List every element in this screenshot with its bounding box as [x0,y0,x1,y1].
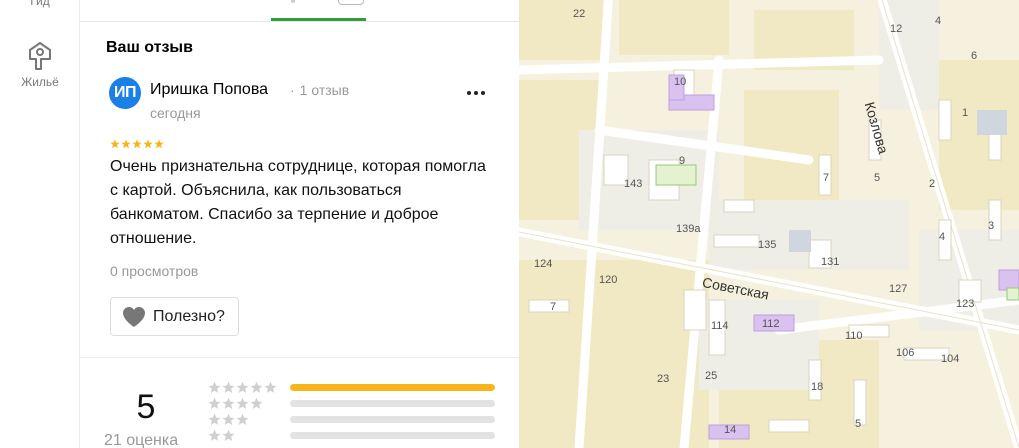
row-stars [208,429,235,442]
star-icon [208,381,221,393]
star-icon [222,429,235,441]
house-number: 4 [939,231,946,243]
rating-distribution-bar [290,400,495,407]
heart-icon [123,306,145,327]
house-number: 120 [599,274,618,286]
rail-item-housing[interactable]: Жильё [0,41,80,89]
row-stars [208,381,277,394]
star-icon [222,381,235,393]
review-text: Очень признательна сотруднице, которая п… [110,158,486,247]
tab-bar [80,0,519,22]
star-icon [236,381,249,393]
review-rating-stars [110,139,164,149]
avatar[interactable]: ИП [109,77,141,109]
house-number: 112 [762,318,780,330]
star-icon [208,429,221,441]
section-title: Ваш отзыв [106,39,193,56]
house-number: 23 [657,373,670,385]
author-name[interactable]: Иришка Попова [150,81,268,99]
star-icon [110,139,120,149]
house-number: 124 [534,258,553,270]
house-number: 14 [724,424,737,436]
house-number: 143 [624,178,643,190]
star-icon [250,381,263,393]
house-number: 22 [573,8,586,20]
house-number: 18 [811,381,824,393]
dot-icon [467,91,471,95]
star-icon [236,413,249,425]
star-icon [132,139,142,149]
house-number: 12 [890,23,903,35]
house-number: 6 [971,50,978,62]
tab-fragment[interactable] [291,0,295,3]
review-date: сегодня [150,105,201,121]
house-number: 10 [674,76,687,88]
dot-icon [481,91,485,95]
map-canvas [519,0,1019,448]
house-key-icon [29,42,51,70]
row-stars [208,413,249,426]
star-icon [208,397,221,409]
rating-distribution-bar [290,432,495,439]
house-number: 3 [988,220,995,232]
author-review-count-text: 1 отзыв [299,82,350,98]
house-number: 135 [758,239,777,251]
tab-counter-badge [338,0,364,5]
house-number: 123 [956,298,975,310]
rating-distribution-fill [290,384,495,391]
rail-item-guide[interactable]: Гид [0,0,80,8]
house-number: 131 [821,256,840,268]
rail-item-label: Гид [30,0,50,8]
house-number: 4 [935,15,942,27]
rail-item-label: Жильё [21,75,59,89]
average-rating: 5 [136,388,156,426]
rating-count: 21 оценка [104,432,179,448]
helpful-button[interactable]: Полезно? [110,297,239,336]
house-number: 2 [929,178,936,190]
review-panel: Ваш отзыв ИП Иришка Попова · 1 отзыв сего… [80,0,519,448]
house-number: 7 [823,172,830,184]
house-number: 110 [845,330,863,342]
helpful-label: Полезно? [153,307,225,325]
star-icon [143,139,153,149]
star-icon [250,397,263,409]
author-review-count: · 1 отзыв [290,82,350,98]
left-rail: Гид Жильё [0,0,80,448]
house-number: 25 [705,370,718,382]
more-options-button[interactable] [465,82,487,104]
rating-distribution-bar [290,416,495,423]
house-number: 7 [550,301,557,313]
house-number: 127 [889,283,908,295]
house-number: 5 [874,172,881,184]
star-icon [208,413,221,425]
house-number: 5 [855,418,862,430]
house-number: 1 [962,107,969,119]
dot-icon [474,91,478,95]
divider [80,357,519,358]
row-stars [208,397,263,410]
star-icon [121,139,131,149]
house-number: 139а [676,223,701,235]
star-icon [222,413,235,425]
views-count: 0 просмотров [110,263,199,279]
house-number: 106 [896,347,915,359]
house-number: 114 [711,320,729,332]
star-icon [236,397,249,409]
star-icon [222,397,235,409]
star-icon [154,139,164,149]
house-number: 9 [679,155,686,167]
tab-active-indicator [271,18,366,21]
rating-distribution-bar [290,384,495,391]
star-icon [264,381,277,393]
map[interactable]: Советская Козлова 22 12 4 6 10 1 9 143 7… [519,0,1019,448]
house-number: 104 [941,353,960,365]
